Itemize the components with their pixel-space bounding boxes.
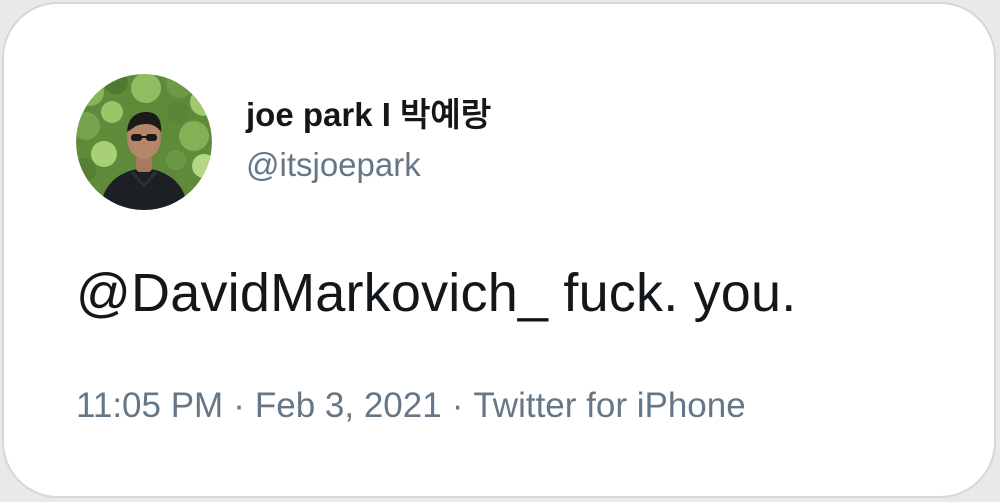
separator: · [233, 386, 245, 425]
display-name[interactable]: joe park I 박예랑 [246, 88, 491, 136]
user-handle[interactable]: @itsjoepark [246, 146, 421, 184]
tweet-date[interactable]: Feb 3, 2021 [255, 386, 442, 425]
avatar[interactable] [76, 74, 212, 210]
tweet-source[interactable]: Twitter for iPhone [473, 386, 745, 425]
profile-photo-icon [76, 74, 212, 210]
tweet-card: joe park I 박예랑 @itsjoepark @DavidMarkovi… [2, 2, 996, 498]
tweet-time[interactable]: 11:05 PM [76, 386, 223, 425]
tweet-metadata: 11:05 PM · Feb 3, 2021 · Twitter for iPhone [76, 386, 746, 426]
separator: · [451, 386, 464, 425]
tweet-text: @DavidMarkovich_ fuck. you. [76, 263, 797, 323]
